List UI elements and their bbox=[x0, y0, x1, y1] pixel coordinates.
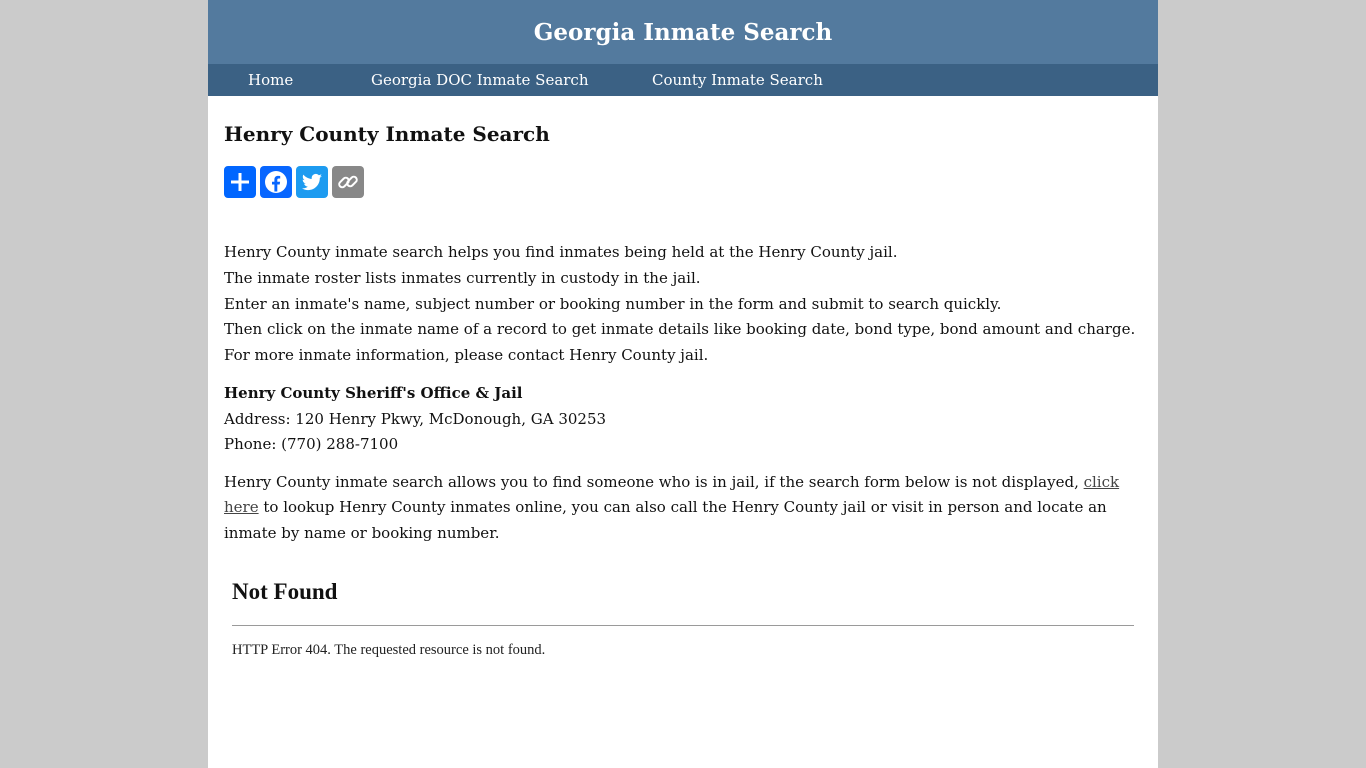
intro-line: Henry County inmate search helps you fin… bbox=[224, 243, 898, 261]
nav-county-search-link[interactable]: County Inmate Search bbox=[652, 64, 823, 96]
page-title: Henry County Inmate Search bbox=[224, 122, 550, 146]
intro-line: Then click on the inmate name of a recor… bbox=[224, 320, 1136, 339]
nav-home-link[interactable]: Home bbox=[248, 64, 293, 96]
site-header: Georgia Inmate Search bbox=[208, 0, 1158, 64]
office-address: Address: 120 Henry Pkwy, McDonough, GA 3… bbox=[224, 409, 607, 428]
lookup-text-before: Henry County inmate search allows you to… bbox=[224, 472, 1084, 491]
share-plus-icon bbox=[231, 173, 249, 191]
twitter-share-button[interactable] bbox=[296, 166, 328, 198]
lookup-text-after: to lookup Henry County inmates online, y… bbox=[224, 498, 1107, 542]
site-title[interactable]: Georgia Inmate Search bbox=[534, 19, 832, 46]
share-button[interactable] bbox=[224, 166, 256, 198]
page-container: Georgia Inmate Search Home Georgia DOC I… bbox=[208, 0, 1158, 768]
copy-link-button[interactable] bbox=[332, 166, 364, 198]
main-nav: Home Georgia DOC Inmate Search County In… bbox=[208, 64, 1158, 96]
office-info: Henry County Sheriff's Office & Jail Add… bbox=[224, 381, 1142, 458]
search-form-frame: Not Found HTTP Error 404. The requested … bbox=[232, 577, 1134, 659]
not-found-title: Not Found bbox=[232, 578, 338, 604]
twitter-icon bbox=[301, 173, 322, 191]
intro-text: Henry County inmate search helps you fin… bbox=[224, 240, 1142, 369]
facebook-icon bbox=[265, 171, 287, 193]
error-message: HTTP Error 404. The requested resource i… bbox=[232, 641, 546, 658]
office-name: Henry County Sheriff's Office & Jail bbox=[224, 383, 523, 402]
intro-line: For more inmate information, please cont… bbox=[224, 346, 709, 365]
facebook-share-button[interactable] bbox=[260, 166, 292, 198]
lookup-text: Henry County inmate search allows you to… bbox=[224, 470, 1142, 547]
intro-line: Enter an inmate's name, subject number o… bbox=[224, 294, 1002, 313]
main-content: Henry County Inmate Search Henry County … bbox=[208, 122, 1158, 659]
office-phone: Phone: (770) 288-7100 bbox=[224, 435, 399, 454]
intro-line: The inmate roster lists inmates currentl… bbox=[224, 268, 701, 287]
divider bbox=[232, 624, 1134, 626]
share-bar bbox=[224, 166, 1142, 198]
copy-link-icon bbox=[338, 175, 358, 189]
nav-georgia-doc-link[interactable]: Georgia DOC Inmate Search bbox=[371, 64, 589, 96]
